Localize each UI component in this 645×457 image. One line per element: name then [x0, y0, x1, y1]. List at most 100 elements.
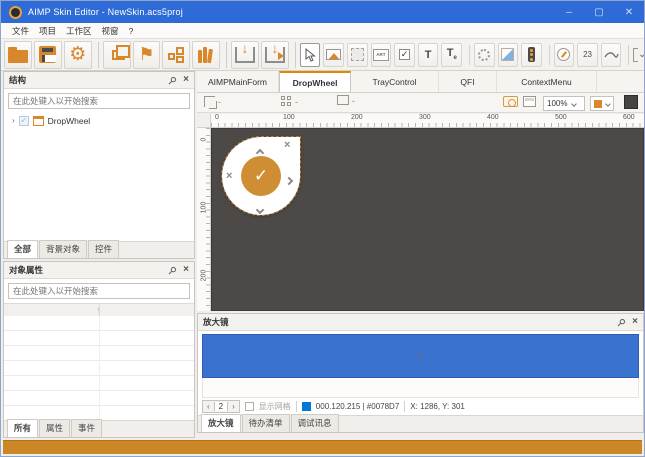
wheel-right-chevron-icon[interactable] [286, 171, 292, 189]
doc-tab-qfi[interactable]: QFI [439, 71, 497, 92]
sort-arrow-icon: ↑ [97, 305, 102, 315]
tab-all[interactable]: 全部 [7, 240, 38, 258]
properties-grid-header[interactable]: ↑ [4, 303, 194, 317]
wheel-check-button[interactable]: ✓ [241, 156, 281, 196]
wheel-down-chevron-icon[interactable] [257, 200, 263, 218]
preview-window-button[interactable] [523, 96, 536, 107]
magnifier-crosshair-icon: + [418, 351, 423, 361]
structure-search [8, 93, 190, 109]
tab-background-objects[interactable]: 背景对象 [39, 240, 87, 258]
grid-option-dropdown[interactable]: - [281, 96, 298, 107]
spinner-icon [478, 49, 490, 61]
tool-gradient-button[interactable] [498, 43, 519, 67]
close-icon[interactable]: × [183, 265, 189, 275]
settings-button[interactable]: ⚙ [64, 41, 92, 69]
picked-color-text: 000.120.215 | #0078D7 [316, 402, 399, 411]
vertical-ruler: 0 100 200 [197, 128, 211, 311]
crop-option-dropdown[interactable]: - [204, 96, 221, 107]
node-checkbox[interactable]: ✓ [19, 116, 29, 126]
widgets-button[interactable] [162, 41, 190, 69]
tree-node-label: DropWheel [48, 116, 91, 126]
menu-project[interactable]: 项目 [34, 25, 61, 37]
toolbar-separator [549, 45, 550, 65]
pin-icon[interactable] [168, 76, 177, 85]
tab-todo-list[interactable]: 待办清单 [242, 414, 290, 432]
curve-icon [604, 51, 619, 59]
color-select[interactable] [590, 96, 614, 111]
magnifier-view[interactable]: + [202, 334, 639, 378]
tool-compass-button[interactable] [554, 43, 575, 67]
toolbar-separator [628, 45, 629, 65]
open-project-button[interactable] [4, 41, 32, 69]
doc-tab-dropwheel[interactable]: DropWheel [279, 71, 351, 92]
layers-option-dropdown[interactable]: - [339, 96, 355, 106]
tab-debug-messages[interactable]: 调试讯息 [291, 414, 339, 432]
screenshot-button[interactable] [503, 96, 518, 107]
stepper-next-button[interactable]: › [228, 402, 239, 411]
properties-panel: 对象属性 × ↑ 所有 属性 事件 [3, 261, 195, 438]
show-grid-checkbox[interactable] [245, 402, 254, 411]
dropdown-dash: - [218, 97, 221, 107]
tool-text-button[interactable]: T [418, 43, 439, 67]
tree-node-dropwheel[interactable]: › ✓ DropWheel [4, 113, 194, 128]
structure-panel-title: 结构 [9, 74, 26, 86]
structure-search-input[interactable] [9, 96, 189, 106]
tool-artwork-button[interactable]: ART [371, 43, 392, 67]
form-icon [33, 116, 44, 126]
dropwheel-control[interactable]: ✓ × × [222, 137, 300, 215]
zoom-value: 100% [547, 99, 567, 108]
tab-magnifier[interactable]: 放大镜 [201, 414, 241, 432]
close-button[interactable]: ✕ [614, 1, 644, 23]
tool-image-button[interactable] [323, 43, 344, 67]
doc-tab-contextmenu[interactable]: ContextMenu [497, 71, 597, 92]
ruler-label: 300 [419, 114, 431, 121]
cursor-icon [304, 48, 316, 62]
wheel-up-chevron-icon[interactable] [257, 143, 263, 161]
camera-icon [503, 96, 518, 107]
import-icon: ↓ [235, 47, 255, 63]
design-canvas[interactable]: ✓ × × [211, 128, 644, 311]
pin-icon[interactable] [617, 318, 626, 327]
stepper-prev-button[interactable]: ‹ [203, 402, 214, 411]
zoom-select[interactable]: 100% [543, 96, 585, 111]
tool-trafficlight-button[interactable] [521, 43, 542, 67]
menu-file[interactable]: 文件 [7, 25, 34, 37]
import-run-button[interactable]: ↓ [261, 41, 289, 69]
wheel-shuffle-icon[interactable]: × [226, 171, 232, 182]
menu-help[interactable]: ? [124, 26, 139, 36]
close-icon[interactable]: × [632, 317, 638, 327]
tool-select-button[interactable] [300, 43, 321, 67]
menu-workspace[interactable]: 工作区 [61, 25, 97, 37]
properties-search-input[interactable] [9, 286, 189, 296]
close-icon[interactable]: × [183, 75, 189, 85]
library-button[interactable] [192, 41, 220, 69]
save-project-button[interactable] [34, 41, 62, 69]
tool-checkbox-button[interactable]: ✓ [394, 43, 415, 67]
tab-properties[interactable]: 属性 [39, 419, 70, 437]
menu-bar: 文件 项目 工作区 视窗 ? [1, 23, 644, 39]
magnifier-panel: 放大镜 × + ‹ 2 › 显示网格 000.120. [197, 313, 644, 433]
menu-window[interactable]: 视窗 [97, 25, 124, 37]
minimize-button[interactable]: – [554, 1, 584, 23]
wheel-close-icon[interactable]: × [284, 140, 290, 151]
maximize-button[interactable]: ▢ [584, 1, 614, 23]
doc-tab-traycontrol[interactable]: TrayControl [351, 71, 439, 92]
forms-button[interactable] [103, 41, 131, 69]
expand-arrow-icon[interactable]: › [12, 116, 15, 125]
separator [296, 401, 297, 412]
flag-button[interactable]: ⚑ [133, 41, 161, 69]
tab-events[interactable]: 事件 [71, 419, 102, 437]
tool-spinner-button[interactable] [474, 43, 495, 67]
tab-all-props[interactable]: 所有 [7, 419, 38, 437]
ruler-label: 200 [351, 114, 363, 121]
canvas-color-swatch[interactable] [624, 95, 638, 109]
tab-controls[interactable]: 控件 [88, 240, 119, 258]
import-button[interactable]: ↓ [231, 41, 259, 69]
overflow-chevron-icon[interactable] [640, 52, 645, 57]
tool-region-button[interactable] [347, 43, 368, 67]
doc-tab-aimpmainform[interactable]: AIMPMainForm [197, 71, 279, 92]
tool-curve-button[interactable] [601, 43, 622, 67]
tool-counter-button[interactable]: 23 [577, 43, 598, 67]
pin-icon[interactable] [168, 266, 177, 275]
tool-formatted-text-button[interactable]: Te [441, 43, 462, 67]
